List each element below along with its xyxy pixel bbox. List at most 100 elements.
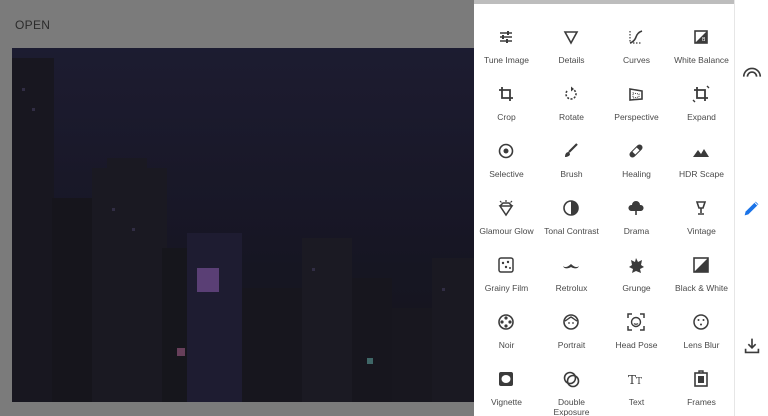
tool-label: Vignette (490, 397, 523, 407)
tool-grunge[interactable]: Grunge (604, 242, 669, 299)
download-icon (744, 338, 760, 354)
tool-label: Lens Blur (683, 340, 720, 350)
looks-icon (742, 67, 762, 77)
looks-button[interactable] (741, 62, 763, 84)
rotate-icon (562, 85, 580, 103)
mustache-icon (562, 256, 580, 274)
tool-black-white[interactable]: Black & White (669, 242, 734, 299)
wb-icon: B (692, 28, 710, 46)
tool-frames[interactable]: Frames (669, 356, 734, 413)
tool-glamour-glow[interactable]: Glamour Glow (474, 185, 539, 242)
grunge-icon (627, 256, 645, 274)
film-reel-icon (497, 313, 515, 331)
diamond-icon (497, 199, 515, 217)
tool-label: Brush (560, 169, 583, 179)
export-button[interactable] (741, 335, 763, 357)
mountains-icon (692, 142, 710, 160)
tool-details[interactable]: Details (539, 14, 604, 71)
tool-healing[interactable]: Healing (604, 128, 669, 185)
half-circle-icon (562, 199, 580, 217)
double-circle-icon (562, 370, 580, 388)
tool-label: Healing (622, 169, 651, 179)
tool-vintage[interactable]: Vintage (669, 185, 734, 242)
tool-label: Head Pose (615, 340, 658, 350)
curves-icon (627, 28, 645, 46)
tool-expand[interactable]: Expand (669, 71, 734, 128)
tool-perspective[interactable]: Perspective (604, 71, 669, 128)
tool-lens-blur[interactable]: Lens Blur (669, 299, 734, 356)
svg-text:T: T (628, 373, 636, 387)
tool-label: Frames (687, 397, 716, 407)
tool-head-pose[interactable]: Head Pose (604, 299, 669, 356)
perspective-icon (627, 85, 645, 103)
grain-icon (497, 256, 515, 274)
tool-label: Rotate (558, 112, 585, 122)
pencil-icon (744, 201, 759, 216)
cloud-icon (627, 199, 645, 217)
photo-editor-app: OPEN Tune Image Details Curves B White B… (0, 0, 768, 416)
open-button[interactable]: OPEN (15, 18, 50, 32)
tool-white-balance[interactable]: B White Balance (669, 14, 734, 71)
tool-label: Tonal Contrast (544, 226, 599, 236)
bw-icon (692, 256, 710, 274)
svg-text:B: B (702, 37, 706, 43)
tool-tune-image[interactable]: Tune Image (474, 14, 539, 71)
right-rail (734, 0, 768, 416)
tool-label: Perspective (614, 112, 659, 122)
tool-label: Expand (687, 112, 716, 122)
tool-drama[interactable]: Drama (604, 185, 669, 242)
tool-label: White Balance (674, 55, 729, 65)
photo-canvas[interactable] (12, 48, 474, 402)
tool-label: Glamour Glow (479, 226, 534, 236)
dotted-circle-icon (692, 313, 710, 331)
tool-noir[interactable]: Noir (474, 299, 539, 356)
tool-label: Crop (497, 112, 516, 122)
city-skyline-photo (12, 48, 474, 402)
tool-grainy-film[interactable]: Grainy Film (474, 242, 539, 299)
tool-retrolux[interactable]: Retrolux (539, 242, 604, 299)
tool-curves[interactable]: Curves (604, 14, 669, 71)
tool-label: HDR Scape (679, 169, 724, 179)
crop-icon (497, 85, 515, 103)
tool-vignette[interactable]: Vignette (474, 356, 539, 413)
tool-label: Vintage (687, 226, 716, 236)
tool-label: Retrolux (555, 283, 588, 293)
tool-label: Curves (623, 55, 650, 65)
tool-label: Black & White (675, 283, 728, 293)
bandage-icon (627, 142, 645, 160)
tool-tonal-contrast[interactable]: Tonal Contrast (539, 185, 604, 242)
tool-label: Text (628, 397, 645, 407)
tool-label: Drama (623, 226, 650, 236)
tool-crop[interactable]: Crop (474, 71, 539, 128)
tool-label: Noir (498, 340, 515, 350)
face-icon (562, 313, 580, 331)
tool-label: Double Exposure (553, 397, 590, 416)
frame-icon (692, 370, 710, 388)
vignette-icon (497, 370, 515, 388)
tool-text[interactable]: T T Text (604, 356, 669, 413)
tool-label: Selective (489, 169, 524, 179)
tune-icon (497, 28, 515, 46)
tool-label: Tune Image (483, 55, 530, 65)
tool-brush[interactable]: Brush (539, 128, 604, 185)
brush-icon (562, 142, 580, 160)
tool-double-exposure[interactable]: Double Exposure (539, 356, 604, 416)
tool-label: Grunge (622, 283, 651, 293)
tools-panel: Tune Image Details Curves B White Balance Cro… (474, 4, 734, 416)
tools-tab-button[interactable] (741, 197, 763, 219)
text-icon: TT (627, 370, 645, 388)
tool-rotate[interactable]: Rotate (539, 71, 604, 128)
tool-label: Details (558, 55, 585, 65)
target-icon (497, 142, 515, 160)
expand-icon (692, 85, 710, 103)
tool-portrait[interactable]: Portrait (539, 299, 604, 356)
lamp-icon (692, 199, 710, 217)
svg-text:T: T (636, 377, 642, 387)
triangle-icon (562, 28, 580, 46)
tool-label: Grainy Film (484, 283, 529, 293)
tool-hdr-scape[interactable]: HDR Scape (669, 128, 734, 185)
face-frame-icon (627, 313, 645, 331)
tool-selective[interactable]: Selective (474, 128, 539, 185)
tool-label: Portrait (557, 340, 586, 350)
image-area: OPEN (0, 0, 474, 416)
